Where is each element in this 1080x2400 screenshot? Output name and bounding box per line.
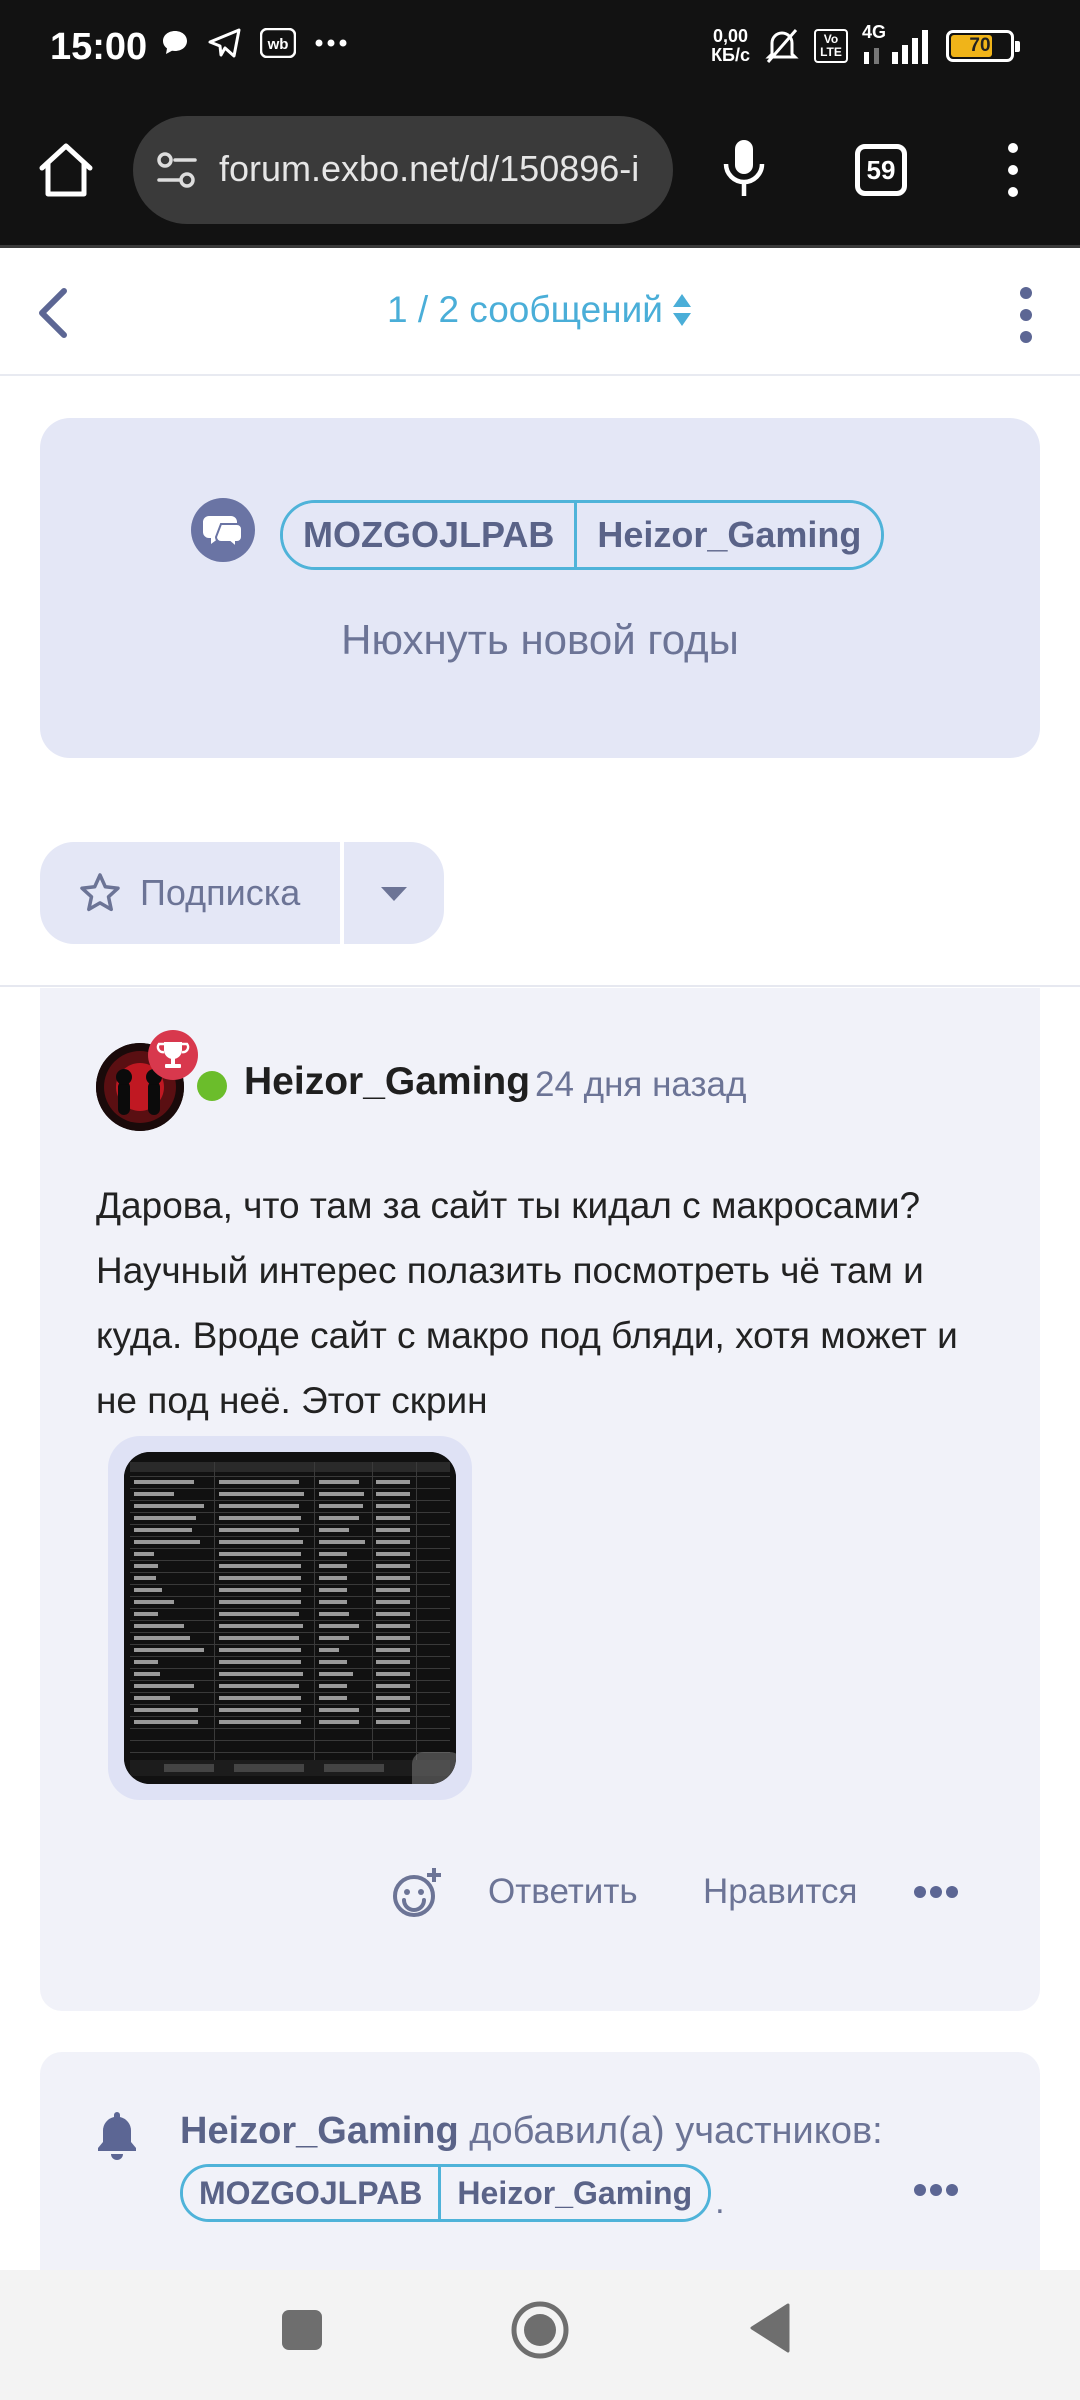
back-button[interactable] [748, 2302, 792, 2354]
post-body: Дарова, что там за сайт ты кидал с макро… [96, 1185, 958, 1421]
url-text[interactable]: forum.exbo.net/d/150896-i [219, 148, 659, 190]
subscribe-button[interactable]: Подписка [40, 842, 340, 944]
content-divider [0, 985, 1080, 987]
star-icon [80, 873, 120, 912]
subscribe-label[interactable]: Подписка [140, 872, 300, 914]
add-reaction-icon[interactable] [390, 1866, 444, 1920]
system-icons: 0,00 КБ/с Vo LTE 4G 70 [711, 22, 1020, 66]
recent-apps-button[interactable] [282, 2310, 322, 2350]
tag-mozgojlpab[interactable]: MOZGOJLPAB [283, 503, 575, 567]
address-bar[interactable]: forum.exbo.net/d/150896-i [133, 116, 673, 224]
notification-icons: wb [160, 28, 348, 58]
silent-bell-icon [765, 29, 799, 63]
event-trailing-dot: . [715, 2183, 725, 2221]
net-speed: 0,00 КБ/с [711, 27, 750, 65]
user-badge[interactable] [148, 1030, 198, 1080]
event-tags: MOZGOJLPAB Heizor_Gaming . [180, 2164, 725, 2222]
browser-toolbar: forum.exbo.net/d/150896-i 59 [0, 100, 1080, 248]
discussion-title: Нюхнуть новой годы [341, 616, 739, 663]
battery-tip [1015, 41, 1020, 52]
sort-arrows-icon[interactable] [671, 292, 693, 328]
more-notifications-icon [315, 39, 347, 47]
tab-switcher-button[interactable]: 59 [855, 144, 907, 196]
status-bar: 15:00 wb 0,00 КБ/с Vo LTE 4G 70 [0, 0, 1080, 100]
event-action: добавил(а) участников: [469, 2110, 883, 2152]
post-actions: Ответить Нравится [40, 1866, 1040, 1936]
event-user-tags: MOZGOJLPAB Heizor_Gaming [180, 2164, 712, 2222]
post-scrubber[interactable]: 1 / 2 сообщений [0, 289, 1080, 331]
expand-image-icon[interactable] [412, 1752, 456, 1784]
chat-bubbles-icon [191, 498, 255, 562]
subscribe-dropdown-button[interactable] [344, 842, 444, 944]
wb-icon: wb [260, 28, 296, 58]
forum-header: 1 / 2 сообщений [0, 251, 1080, 376]
volte-badge: Vo LTE [814, 29, 848, 63]
status-time: 15:00 [50, 26, 148, 68]
cell-signal: 4G [862, 22, 932, 66]
post-item: Heizor_Gaming 24 дня назад Дарова, что т… [40, 988, 1040, 2011]
caret-down-icon [381, 887, 407, 901]
bell-icon [98, 2112, 136, 2160]
subscription-control: Подписка [40, 842, 444, 944]
post-timestamp[interactable]: 24 дня назад [535, 1065, 746, 1105]
trophy-icon [156, 1042, 190, 1068]
discussion-hero: MOZGOJLPAB Heizor_Gaming Нюхнуть новой г… [40, 418, 1040, 758]
event-text: Heizor_Gaming добавил(а) участников: [180, 2110, 883, 2153]
system-navigation-bar [0, 2270, 1080, 2400]
more-vertical-icon[interactable] [1010, 285, 1042, 345]
event-post: Heizor_Gaming добавил(а) участников: MOZ… [40, 2052, 1040, 2272]
home-button[interactable] [508, 2298, 572, 2362]
tag-heizor-gaming[interactable]: Heizor_Gaming [574, 503, 882, 567]
tag-mozgojlpab[interactable]: MOZGOJLPAB [183, 2167, 439, 2219]
discussion-tags: MOZGOJLPAB Heizor_Gaming [280, 500, 885, 570]
telegram-icon [208, 28, 241, 58]
online-status-indicator [197, 1071, 227, 1101]
signal-icon [864, 30, 928, 64]
net-speed-unit: КБ/с [711, 45, 750, 65]
event-username[interactable]: Heizor_Gaming [180, 2110, 459, 2152]
message-icon [163, 31, 187, 54]
attachment-thumbnail[interactable] [108, 1436, 472, 1800]
more-horizontal-icon[interactable] [913, 1884, 959, 1900]
svg-text:wb: wb [267, 36, 289, 53]
more-horizontal-icon[interactable] [913, 2182, 959, 2198]
tag-heizor-gaming[interactable]: Heizor_Gaming [438, 2167, 709, 2219]
net-speed-value: 0,00 [713, 26, 749, 46]
screenshot-image[interactable] [124, 1452, 456, 1784]
like-button[interactable]: Нравится [703, 1872, 857, 1912]
site-settings-icon[interactable] [153, 146, 201, 194]
battery-indicator: 70 [946, 30, 1020, 62]
home-icon[interactable] [34, 138, 98, 202]
more-vertical-icon[interactable] [998, 140, 1028, 200]
battery-level: 70 [969, 35, 991, 56]
microphone-icon[interactable] [716, 136, 772, 200]
scrubber-label[interactable]: 1 / 2 сообщений [387, 289, 663, 330]
post-username[interactable]: Heizor_Gaming [244, 1060, 530, 1104]
reply-button[interactable]: Ответить [488, 1872, 638, 1912]
